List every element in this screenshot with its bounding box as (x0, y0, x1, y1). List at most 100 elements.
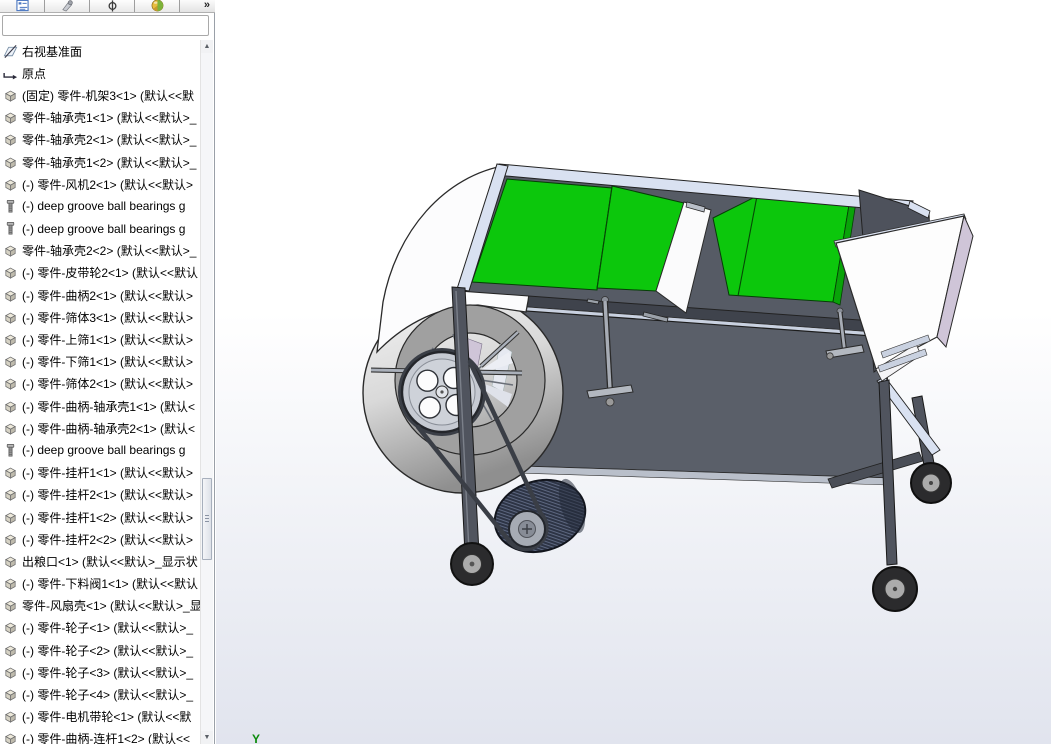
part-icon (3, 132, 18, 147)
tree-item-label: (固定) 零件-机架3<1> (默认<<默 (22, 88, 195, 103)
bearing-icon (3, 199, 18, 214)
motor-pulley[interactable] (508, 510, 546, 548)
part-icon (3, 155, 18, 170)
part-icon (3, 510, 18, 525)
tree-item[interactable]: (-) 零件-轮子<2> (默认<<默认>_ (0, 639, 202, 661)
tree-item[interactable]: (-) 零件-轮子<3> (默认<<默认>_ (0, 661, 202, 683)
tree-item-label: (-) 零件-轮子<2> (默认<<默认>_ (22, 643, 194, 658)
panel-header-box (2, 15, 209, 36)
part-icon (3, 243, 18, 258)
tree-item[interactable]: (-) 零件-上筛1<1> (默认<<默认> (0, 328, 202, 350)
tree-item-label: (-) 零件-挂杆1<1> (默认<<默认> (22, 466, 194, 481)
displaymanager-tab[interactable] (135, 0, 180, 12)
tree-item-label: 零件-轴承壳2<2> (默认<<默认>_ (22, 244, 197, 259)
tree-item[interactable]: 零件-轴承壳1<1> (默认<<默认>_ (0, 107, 202, 129)
scroll-up-arrow[interactable]: ▲ (201, 40, 213, 53)
tree-item-label: (-) deep groove ball bearings g (22, 443, 186, 458)
part-icon (3, 465, 18, 480)
bearing-icon (3, 443, 18, 458)
dimxpertmanager-tab[interactable] (90, 0, 135, 12)
tree-item[interactable]: (固定) 零件-机架3<1> (默认<<默 (0, 84, 202, 106)
tree-item[interactable]: (-) 零件-曲柄2<1> (默认<<默认> (0, 284, 202, 306)
triad-y-axis-label: Y (252, 732, 260, 744)
part-icon (3, 310, 18, 325)
tree-item[interactable]: (-) 零件-曲柄-轴承壳1<1> (默认< (0, 395, 202, 417)
tree-item-label: (-) 零件-轮子<1> (默认<<默认>_ (22, 621, 194, 636)
part-icon (3, 376, 18, 391)
tree-item[interactable]: (-) deep groove ball bearings g (0, 439, 202, 461)
tree-item-label: 零件-风扇壳<1> (默认<<默认>_显 (22, 599, 202, 614)
tree-item[interactable]: (-) 零件-下料阀1<1> (默认<<默认 (0, 573, 202, 595)
feature-tree: 右视基准面原点 (固定) 零件-机架3<1> (默认<<默零件-轴承壳1<1> (… (0, 40, 202, 744)
part-icon (3, 598, 18, 613)
front-left-wheel[interactable] (450, 542, 494, 586)
tree-item[interactable]: (-) 零件-筛体2<1> (默认<<默认> (0, 373, 202, 395)
tree-item-label: (-) 零件-下料阀1<1> (默认<<默认 (22, 577, 199, 592)
tree-item[interactable]: 出粮口<1> (默认<<默认>_显示状 (0, 550, 202, 572)
part-icon (3, 532, 18, 547)
tree-item-label: (-) deep groove ball bearings g (22, 199, 186, 214)
property-icon (61, 0, 74, 12)
tree-item[interactable]: 零件-轴承壳2<1> (默认<<默认>_ (0, 129, 202, 151)
panel-expand-chevron[interactable]: » (204, 0, 215, 12)
tree-icon (16, 0, 29, 12)
featuremanager-tabbar: » (0, 0, 215, 13)
part-icon (3, 265, 18, 280)
propertymanager-tab[interactable] (45, 0, 90, 12)
tree-item[interactable]: (-) 零件-电机带轮<1> (默认<<默 (0, 706, 202, 728)
tree-item[interactable]: (-) 零件-挂杆1<1> (默认<<默认> (0, 462, 202, 484)
part-icon (3, 110, 18, 125)
tree-item-label: (-) 零件-轮子<3> (默认<<默认>_ (22, 665, 194, 680)
tree-item[interactable]: (-) 零件-筛体3<1> (默认<<默认> (0, 306, 202, 328)
bearing-icon (3, 221, 18, 236)
tree-item[interactable]: (-) deep groove ball bearings g (0, 195, 202, 217)
tree-item[interactable]: (-) 零件-曲柄-连杆1<2> (默认<< (0, 728, 202, 744)
tree-item[interactable]: (-) 零件-挂杆2<2> (默认<<默认> (0, 528, 202, 550)
part-icon (3, 354, 18, 369)
tree-item[interactable]: 零件-风扇壳<1> (默认<<默认>_显 (0, 595, 202, 617)
tree-item-label: 右视基准面 (22, 44, 83, 59)
tree-item[interactable]: 零件-轴承壳2<2> (默认<<默认>_ (0, 240, 202, 262)
tree-item-label: (-) 零件-挂杆2<2> (默认<<默认> (22, 532, 194, 547)
part-icon (3, 643, 18, 658)
tree-item[interactable]: (-) 零件-轮子<4> (默认<<默认>_ (0, 683, 202, 705)
tree-item-label: (-) 零件-电机带轮<1> (默认<<默 (22, 710, 192, 725)
part-icon (3, 709, 18, 724)
tree-item-label: (-) 零件-上筛1<1> (默认<<默认> (22, 333, 194, 348)
scrollbar-thumb[interactable] (202, 478, 212, 560)
graphics-viewport[interactable]: Y (216, 0, 1051, 744)
tree-item[interactable]: (-) 零件-风机2<1> (默认<<默认> (0, 173, 202, 195)
tree-item-label: (-) 零件-曲柄2<1> (默认<<默认> (22, 288, 194, 303)
part-icon (3, 177, 18, 192)
tree-item[interactable]: (-) 零件-挂杆2<1> (默认<<默认> (0, 484, 202, 506)
scroll-down-arrow[interactable]: ▼ (201, 731, 213, 744)
tree-item-label: 原点 (22, 66, 47, 81)
tree-item[interactable]: (-) 零件-挂杆1<2> (默认<<默认> (0, 506, 202, 528)
tree-item[interactable]: (-) 零件-下筛1<1> (默认<<默认> (0, 351, 202, 373)
tree-item-label: (-) 零件-曲柄-连杆1<2> (默认<< (22, 732, 191, 744)
tree-item-label: (-) 零件-筛体3<1> (默认<<默认> (22, 310, 194, 325)
part-icon (3, 421, 18, 436)
tree-item-label: (-) 零件-风机2<1> (默认<<默认> (22, 177, 194, 192)
part-icon (3, 620, 18, 635)
tree-item[interactable]: 原点 (0, 62, 202, 84)
tree-item-label: 零件-轴承壳2<1> (默认<<默认>_ (22, 133, 197, 148)
tree-item[interactable]: (-) 零件-曲柄-轴承壳2<1> (默认< (0, 417, 202, 439)
tree-item-label: (-) 零件-轮子<4> (默认<<默认>_ (22, 688, 194, 703)
tree-item-label: (-) 零件-皮带轮2<1> (默认<<默认 (22, 266, 199, 281)
tree-item-label: 出粮口<1> (默认<<默认>_显示状 (22, 554, 198, 569)
part-icon (3, 687, 18, 702)
featuremanager-tab[interactable] (0, 0, 45, 12)
tree-scrollbar[interactable]: ▲ ▼ (200, 40, 213, 744)
plane-icon (3, 44, 18, 59)
assembly-model[interactable]: Y (216, 0, 1051, 744)
part-icon (3, 487, 18, 502)
part-icon (3, 332, 18, 347)
tree-item[interactable]: (-) deep groove ball bearings g (0, 218, 202, 240)
tree-item[interactable]: 零件-轴承壳1<2> (默认<<默认>_ (0, 151, 202, 173)
tree-item[interactable]: (-) 零件-皮带轮2<1> (默认<<默认 (0, 262, 202, 284)
tree-item[interactable]: (-) 零件-轮子<1> (默认<<默认>_ (0, 617, 202, 639)
tree-item-label: (-) 零件-曲柄-轴承壳1<1> (默认< (22, 399, 196, 414)
tree-item[interactable]: 右视基准面 (0, 40, 202, 62)
part-icon (3, 731, 18, 744)
